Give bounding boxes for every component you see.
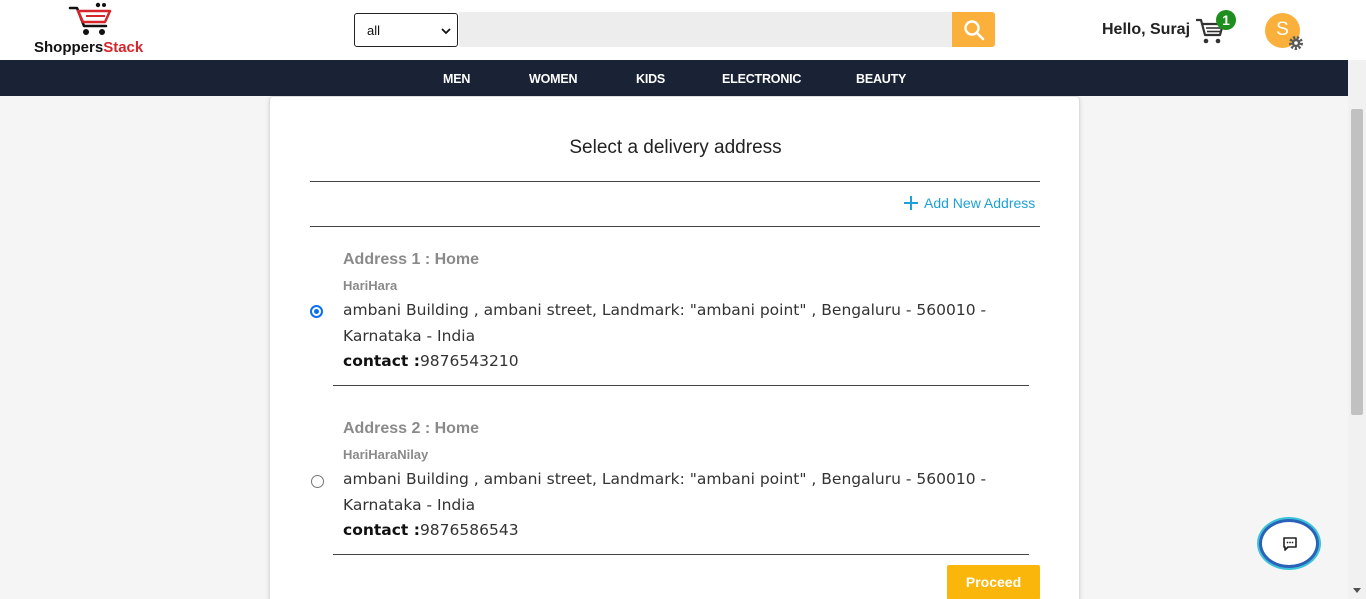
address-1-contact: contact :9876543210 [343,352,519,370]
search-button[interactable] [952,12,995,47]
nav-item-women[interactable]: WOMEN [529,72,578,86]
category-select[interactable]: all [354,13,458,47]
category-nav: MEN WOMEN KIDS ELECTRONIC BEAUTY [0,60,1348,96]
add-new-address-label: Add New Address [924,195,1036,211]
scroll-down-arrow-icon[interactable] [1353,588,1361,593]
nav-item-electronic[interactable]: ELECTRONIC [722,72,801,86]
cart-count-badge: 1 [1216,10,1236,30]
scrollbar-thumb[interactable] [1351,109,1363,415]
nav-item-kids[interactable]: KIDS [636,72,665,86]
address-2-contact: contact :9876586543 [343,521,519,539]
address-2-name: HariHaraNilay [343,447,429,462]
plus-icon [904,196,918,210]
address-1-line: ambani Building , ambani street, Landmar… [343,301,987,345]
delivery-address-card: Select a delivery address Add New Addres… [269,96,1080,599]
user-greeting: Hello, Suraj [1102,21,1191,38]
logo-text: ShoppersStack [34,39,144,56]
divider [333,385,1029,386]
nav-item-beauty[interactable]: BEAUTY [856,72,906,86]
chat-icon [1283,537,1297,551]
divider [333,554,1029,555]
address-1-heading: Address 1 : Home [343,251,480,268]
chevron-down-icon [441,28,451,35]
search-input[interactable] [459,12,953,47]
shoppersstack-logo[interactable]: ShoppersStack [32,2,162,58]
chat-button[interactable] [1259,519,1319,568]
logo-cart-icon [68,2,112,35]
site-header: ShoppersStack all Hello, Suraj 1 S [0,0,1366,60]
address-2-heading: Address 2 : Home [343,420,480,437]
proceed-button[interactable]: Proceed [947,565,1040,599]
address-2-radio[interactable] [311,475,324,488]
search-icon [964,20,985,41]
address-1-name: HariHara [343,278,398,293]
page-scrollbar[interactable] [1348,60,1366,599]
address-2-line: ambani Building , ambani street, Landmar… [343,470,987,514]
page-title: Select a delivery address [569,137,782,158]
gear-icon[interactable] [1287,34,1305,52]
divider [310,226,1040,227]
nav-item-men[interactable]: MEN [443,72,470,86]
category-select-value: all [367,23,381,38]
address-1-radio[interactable] [310,305,323,318]
divider [310,181,1040,182]
